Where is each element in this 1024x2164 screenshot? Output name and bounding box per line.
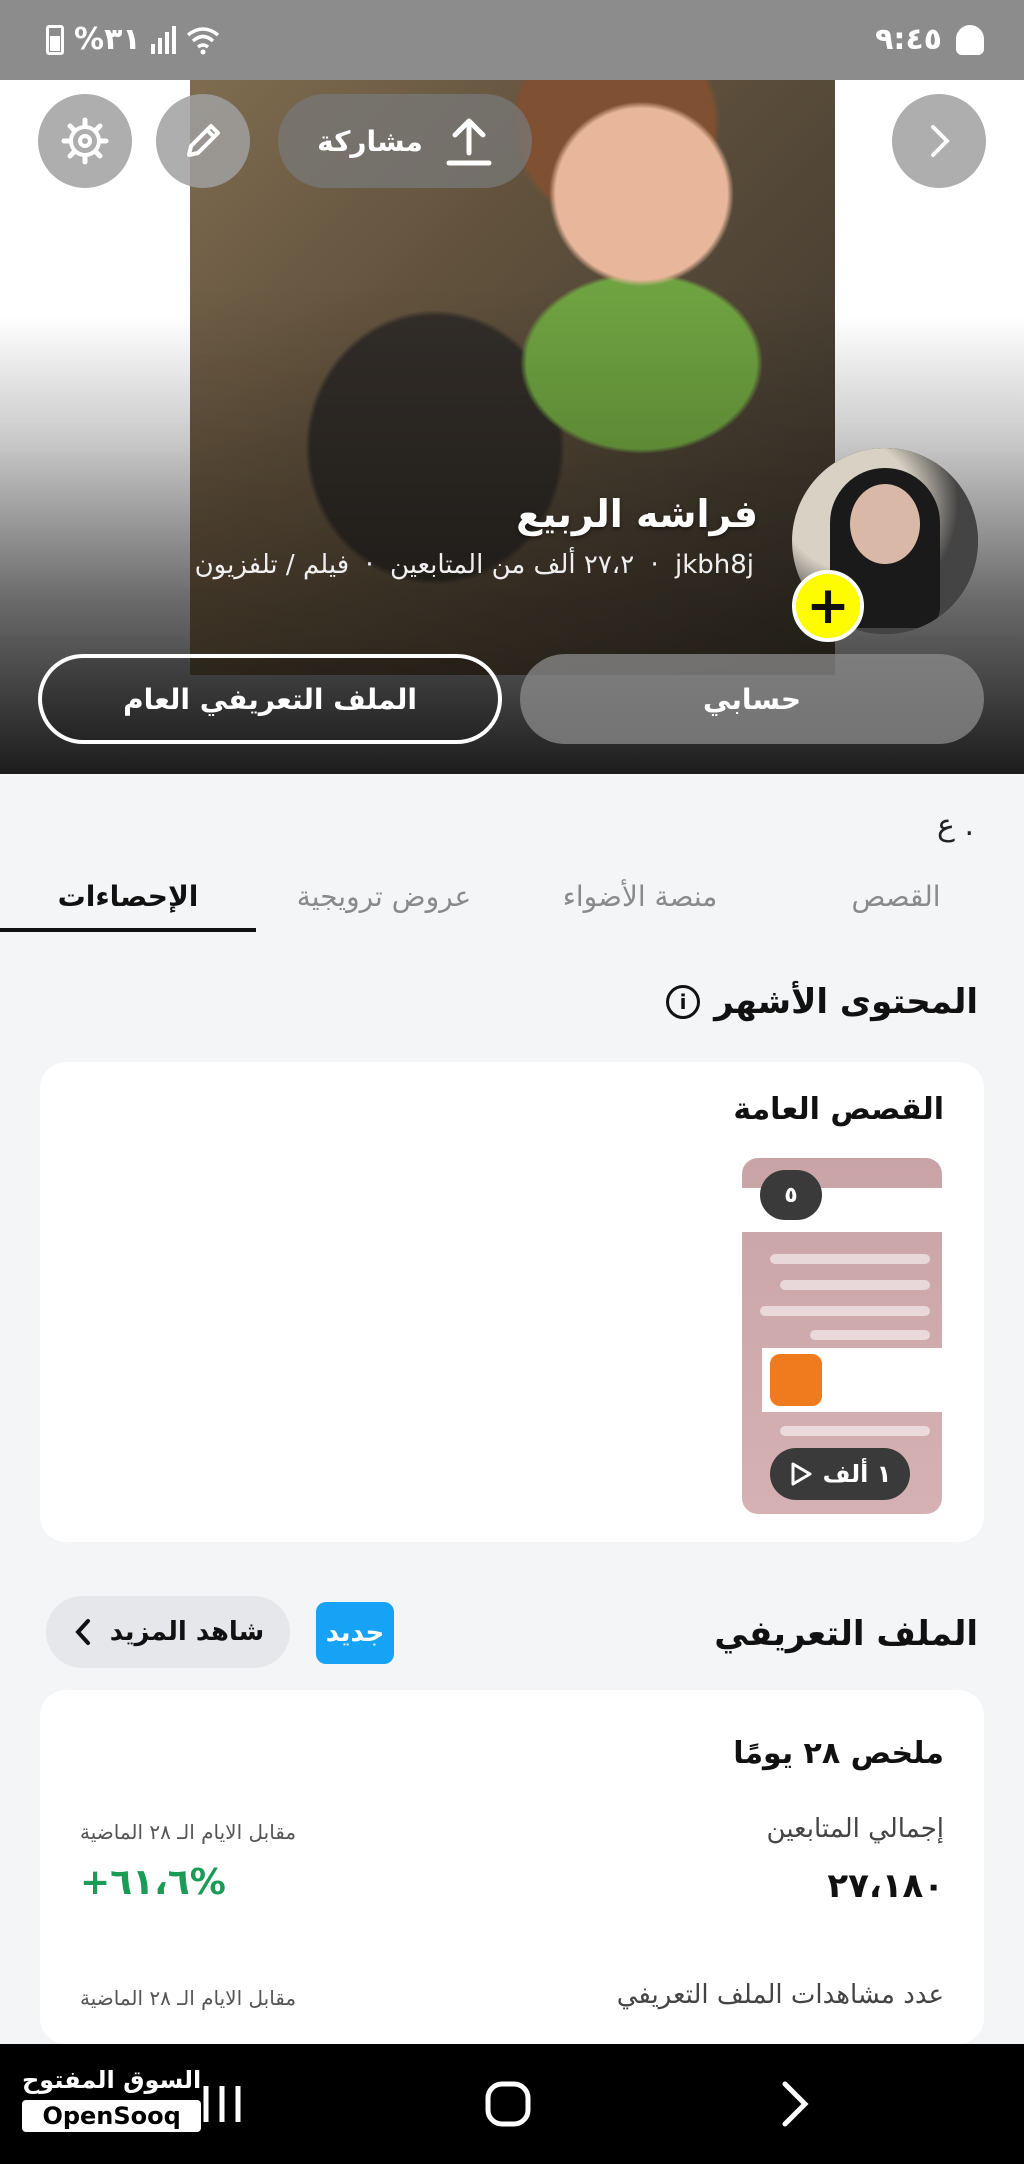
tab-promotions[interactable]: عروض ترويجية (256, 860, 512, 932)
views-compare-label: مقابل الايام الـ ٢٨ الماضية (80, 1986, 297, 2010)
settings-button[interactable] (38, 94, 132, 188)
new-badge: جديد (316, 1602, 394, 1664)
gear-icon (61, 117, 109, 165)
recent-apps-icon (203, 2086, 241, 2122)
profile-name: فراشه الربيع (516, 492, 758, 536)
profile-meta: jkbh8j · ٢٧،٢ ألف من المتابعين · فيلم / … (194, 550, 754, 580)
see-more-button[interactable]: شاهد المزيد (46, 1596, 290, 1668)
public-profile-button[interactable]: الملف التعريفي العام (38, 654, 502, 744)
top-content-title: المحتوى الأشهر (714, 982, 978, 1022)
status-left: %٣١ (46, 22, 220, 57)
pencil-icon (187, 124, 220, 157)
signal-icon (150, 25, 176, 54)
profile-section-title: الملف التعريفي (714, 1614, 978, 1654)
play-icon (791, 1462, 812, 1486)
profile-summary-card: ملخص ٢٨ يومًا إجمالي المتابعين مقابل الا… (40, 1690, 984, 2044)
snapchat-ghost-icon (956, 24, 984, 55)
upload-icon (446, 118, 492, 166)
public-stories-title: القصص العامة (733, 1092, 944, 1127)
profile-section-heading: الملف التعريفي (714, 1614, 978, 1654)
total-followers-value: ٢٧،١٨٠ (827, 1866, 944, 1906)
tab-spotlight[interactable]: منصة الأضواء (512, 860, 768, 932)
status-right: ٩:٤٥ (875, 22, 984, 57)
back-chevron-icon (782, 2081, 809, 2127)
profile-hero: مشاركة فراشه الربيع jkbh8j · ٢٧،٢ ألف من… (0, 80, 1024, 774)
share-button[interactable]: مشاركة (278, 94, 532, 188)
edit-button[interactable] (156, 94, 250, 188)
home-button[interactable] (458, 2068, 558, 2140)
total-followers-label: إجمالي المتابعين (766, 1814, 944, 1844)
story-views-badge: ١ ألف (770, 1448, 910, 1500)
recent-apps-button[interactable] (172, 2068, 272, 2140)
alarm-app-icon (770, 1354, 822, 1406)
chevron-left-icon (75, 1619, 90, 1645)
battery-icon (46, 24, 64, 55)
followers-change: +٦١،٦% (80, 1862, 226, 1903)
chevron-right-icon (931, 125, 950, 157)
followers-compare-label: مقابل الايام الـ ٢٨ الماضية (80, 1820, 297, 1844)
back-button[interactable] (744, 2068, 844, 2140)
profile-category: فيلم / تلفزيون (194, 550, 350, 580)
system-nav-bar: السوق المفتوح OpenSooq (0, 2044, 1024, 2164)
tab-stories[interactable]: القصص (768, 860, 1024, 932)
username: jkbh8j (674, 550, 754, 580)
section-letter: ع . (937, 808, 974, 843)
status-bar: ٩:٤٥ %٣١ (0, 0, 1024, 80)
story-thumbnail[interactable]: ٥ ١ ألف (742, 1158, 942, 1514)
tab-insights[interactable]: الإحصاءات (0, 860, 256, 932)
top-content-heading: المحتوى الأشهر i (666, 982, 978, 1022)
top-content-card: القصص العامة ٥ ١ ألف (40, 1062, 984, 1542)
battery-text: %٣١ (74, 22, 141, 57)
profile-tabs: القصص منصة الأضواء عروض ترويجية الإحصاءا… (0, 860, 1024, 932)
share-label: مشاركة (317, 124, 423, 158)
time-text: ٩:٤٥ (875, 22, 942, 57)
forward-button[interactable] (892, 94, 986, 188)
wifi-icon (186, 26, 219, 54)
story-count-badge: ٥ (760, 1170, 822, 1220)
info-icon[interactable]: i (666, 985, 701, 1019)
my-account-button[interactable]: حسابي (520, 654, 984, 744)
profile-views-label: عدد مشاهدات الملف التعريفي (616, 1980, 944, 2010)
home-icon (485, 2081, 531, 2127)
add-story-button[interactable]: + (792, 570, 864, 642)
summary-title: ملخص ٢٨ يومًا (733, 1736, 944, 1771)
follower-count: ٢٧،٢ ألف من المتابعين (389, 550, 635, 580)
